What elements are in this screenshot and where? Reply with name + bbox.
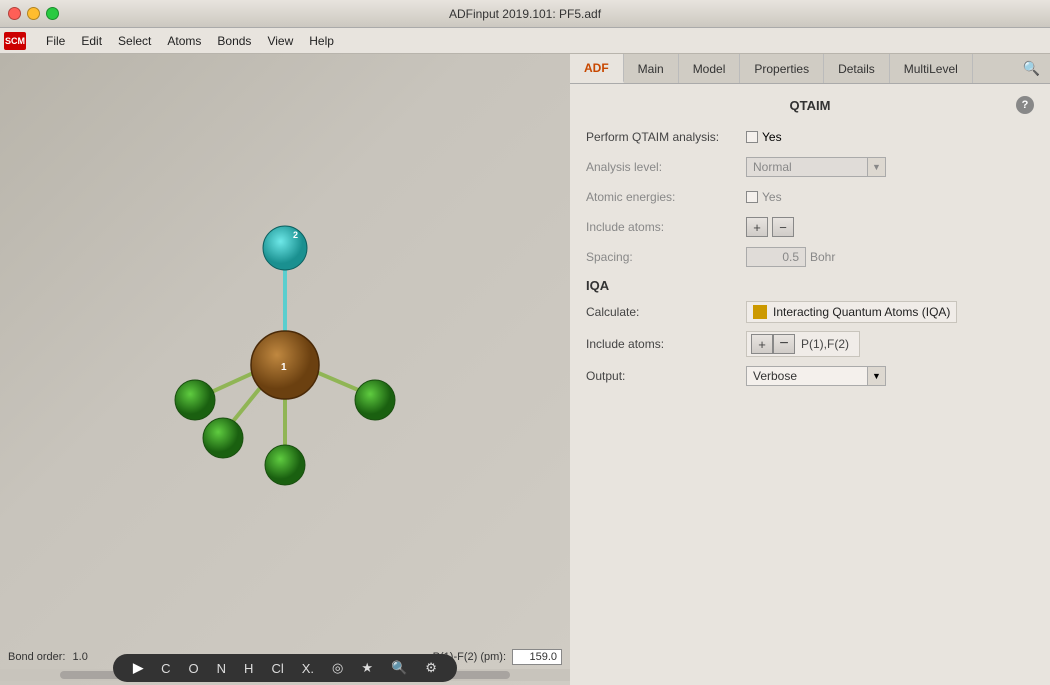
search-icon[interactable]: 🔍 bbox=[1013, 54, 1050, 83]
output-label: Output: bbox=[586, 369, 746, 383]
iqa-include-atoms-row: Include atoms: + − P(1),F(2) bbox=[586, 331, 1034, 357]
tool-chlorine[interactable]: Cl bbox=[267, 659, 287, 678]
tab-details[interactable]: Details bbox=[824, 54, 890, 83]
spacing-unit: Bohr bbox=[810, 250, 835, 264]
calculate-row: Calculate: Interacting Quantum Atoms (IQ… bbox=[586, 301, 1034, 323]
perform-qtaim-yes: Yes bbox=[762, 130, 782, 144]
analysis-level-label: Analysis level: bbox=[586, 160, 746, 174]
viewport[interactable]: 2 1 bbox=[0, 54, 570, 685]
tool-oxygen[interactable]: O bbox=[185, 659, 203, 678]
include-atoms-minus[interactable]: − bbox=[772, 217, 794, 237]
analysis-level-row: Analysis level: Normal ▼ bbox=[586, 156, 1034, 178]
tab-main[interactable]: Main bbox=[624, 54, 679, 83]
tab-bar: ADF Main Model Properties Details MultiL… bbox=[570, 54, 1050, 84]
iqa-atoms-row: + − P(1),F(2) bbox=[746, 331, 860, 357]
tool-hydrogen[interactable]: H bbox=[240, 659, 257, 678]
iqa-atoms-plus[interactable]: + bbox=[751, 334, 773, 354]
analysis-level-value: Normal bbox=[747, 158, 867, 176]
svg-text:2: 2 bbox=[293, 230, 298, 240]
panel-content: QTAIM ? Perform QTAIM analysis: Yes Anal… bbox=[570, 84, 1050, 685]
menu-view[interactable]: View bbox=[259, 31, 301, 51]
spacing-label: Spacing: bbox=[586, 250, 746, 264]
menu-atoms[interactable]: Atoms bbox=[159, 31, 209, 51]
molecule-svg: 2 1 bbox=[155, 200, 415, 500]
atomic-energies-yes: Yes bbox=[762, 190, 782, 204]
minimize-button[interactable] bbox=[27, 7, 40, 20]
tool-select[interactable]: ▶ bbox=[129, 658, 147, 678]
help-button[interactable]: ? bbox=[1016, 96, 1034, 114]
spacing-row: Spacing: 0.5 Bohr bbox=[586, 246, 1034, 268]
atomic-energies-row: Atomic energies: Yes bbox=[586, 186, 1034, 208]
tool-search[interactable]: 🔍 bbox=[387, 658, 411, 678]
calculate-label: Calculate: bbox=[586, 305, 746, 319]
analysis-level-arrow[interactable]: ▼ bbox=[867, 158, 885, 176]
tab-multilevel[interactable]: MultiLevel bbox=[890, 54, 973, 83]
tab-spacer bbox=[973, 54, 1013, 83]
include-atoms-plus[interactable]: + bbox=[746, 217, 768, 237]
iqa-checkbox-icon bbox=[753, 305, 767, 319]
titlebar-buttons bbox=[8, 7, 59, 20]
perform-qtaim-checkbox[interactable] bbox=[746, 131, 758, 143]
atomic-energies-checkbox[interactable] bbox=[746, 191, 758, 203]
spacing-input[interactable]: 0.5 bbox=[746, 247, 806, 267]
tab-model[interactable]: Model bbox=[679, 54, 741, 83]
section-title-row: QTAIM ? bbox=[586, 96, 1034, 114]
tool-favorite[interactable]: ★ bbox=[357, 658, 377, 678]
perform-qtaim-label: Perform QTAIM analysis: bbox=[586, 130, 746, 144]
toolbar-inner: ▶ C O N H Cl X. ◎ ★ 🔍 ⚙ bbox=[113, 654, 457, 682]
menu-help[interactable]: Help bbox=[301, 31, 342, 51]
iqa-checkbox-row[interactable]: Interacting Quantum Atoms (IQA) bbox=[746, 301, 957, 323]
close-button[interactable] bbox=[8, 7, 21, 20]
molecule-area: 2 1 bbox=[0, 54, 570, 645]
include-atoms-row: Include atoms: + − bbox=[586, 216, 1034, 238]
iqa-atoms-value: P(1),F(2) bbox=[795, 336, 855, 352]
analysis-level-select[interactable]: Normal ▼ bbox=[746, 157, 886, 177]
scm-logo: SCM bbox=[4, 32, 30, 50]
tool-ring[interactable]: ◎ bbox=[328, 658, 347, 678]
include-atoms-label: Include atoms: bbox=[586, 220, 746, 234]
tool-carbon[interactable]: C bbox=[157, 659, 174, 678]
scm-logo-icon: SCM bbox=[4, 32, 26, 50]
output-arrow[interactable]: ▼ bbox=[867, 367, 885, 385]
section-title: QTAIM bbox=[790, 98, 831, 113]
menu-edit[interactable]: Edit bbox=[73, 31, 110, 51]
window-title: ADFinput 2019.101: PF5.adf bbox=[449, 7, 601, 21]
output-control: Verbose ▼ bbox=[746, 366, 1034, 386]
atomic-energies-control: Yes bbox=[746, 190, 1034, 204]
menu-select[interactable]: Select bbox=[110, 31, 159, 51]
output-select[interactable]: Verbose ▼ bbox=[746, 366, 886, 386]
main-content: 2 1 bbox=[0, 54, 1050, 685]
tool-nitrogen[interactable]: N bbox=[213, 659, 230, 678]
atomic-energies-label: Atomic energies: bbox=[586, 190, 746, 204]
include-atoms-control: + − bbox=[746, 217, 1034, 237]
tab-adf[interactable]: ADF bbox=[570, 54, 624, 83]
menu-bonds[interactable]: Bonds bbox=[209, 31, 259, 51]
menubar: SCM File Edit Select Atoms Bonds View He… bbox=[0, 28, 1050, 54]
maximize-button[interactable] bbox=[46, 7, 59, 20]
titlebar: ADFinput 2019.101: PF5.adf bbox=[0, 0, 1050, 28]
viewport-toolbar: ▶ C O N H Cl X. ◎ ★ 🔍 ⚙ bbox=[0, 649, 570, 685]
iqa-atoms-minus[interactable]: − bbox=[773, 334, 795, 354]
perform-qtaim-row: Perform QTAIM analysis: Yes bbox=[586, 126, 1034, 148]
menu-file[interactable]: File bbox=[38, 31, 73, 51]
spacing-control: 0.5 Bohr bbox=[746, 247, 1034, 267]
svg-text:1: 1 bbox=[281, 362, 287, 373]
tool-x[interactable]: X. bbox=[298, 659, 318, 678]
tab-properties[interactable]: Properties bbox=[740, 54, 824, 83]
iqa-include-atoms-label: Include atoms: bbox=[586, 337, 746, 351]
right-panel: ADF Main Model Properties Details MultiL… bbox=[570, 54, 1050, 685]
tool-settings[interactable]: ⚙ bbox=[421, 658, 441, 678]
calculate-control: Interacting Quantum Atoms (IQA) bbox=[746, 301, 1034, 323]
iqa-section-title: IQA bbox=[586, 278, 1034, 293]
analysis-level-control: Normal ▼ bbox=[746, 157, 1034, 177]
iqa-include-atoms-control: + − P(1),F(2) bbox=[746, 331, 1034, 357]
perform-qtaim-control: Yes bbox=[746, 130, 1034, 144]
output-value: Verbose bbox=[747, 367, 867, 385]
output-row: Output: Verbose ▼ bbox=[586, 365, 1034, 387]
iqa-checkbox-label: Interacting Quantum Atoms (IQA) bbox=[773, 305, 950, 319]
